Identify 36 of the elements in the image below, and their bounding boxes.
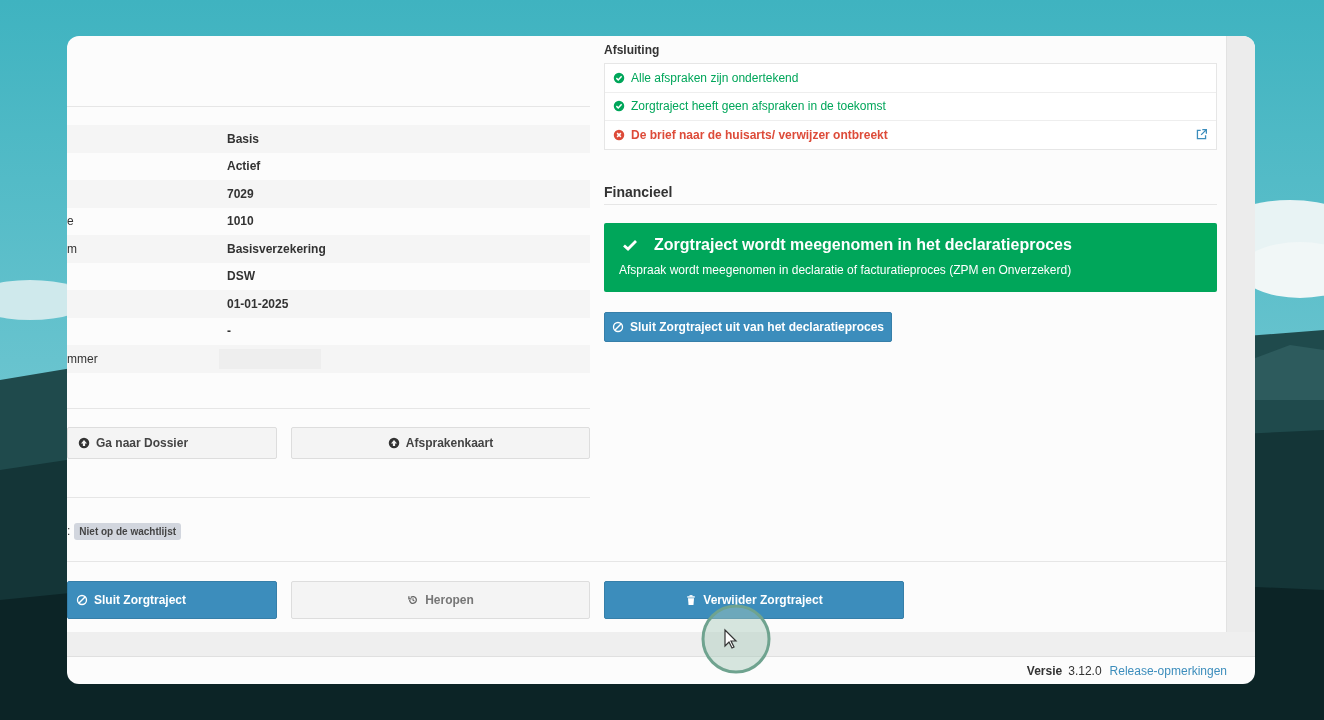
history-icon <box>407 594 420 606</box>
alert-title: Zorgtraject wordt meegenomen in het declaratieproces <box>654 235 1072 254</box>
alert-text: Afspraak wordt meegenomen in declaratie of facturatieproces (ZPM en Onverzekerd) <box>619 262 1073 277</box>
ban-icon <box>611 320 624 333</box>
action-button[interactable]: Sluit Zorgtraject <box>67 581 277 619</box>
field-value: Actief <box>227 159 261 174</box>
field-value: DSW <box>227 269 255 284</box>
version-label: Versie <box>1026 663 1063 678</box>
link-button[interactable]: Afsprakenkaart <box>291 426 590 459</box>
exclude-button[interactable]: Sluit Zorgtraject uit van het declaratieproces <box>604 311 892 342</box>
scrollbar[interactable] <box>1226 36 1255 632</box>
field-value: 7029 <box>227 186 254 201</box>
field-value: Basisverzekering <box>227 241 326 256</box>
field-value: Basis <box>227 131 260 146</box>
field-value: - <box>227 324 231 339</box>
field-value: 01-01-2025 <box>227 296 289 311</box>
status-badge: Niet op de wachtlijst <box>74 522 182 540</box>
arrow-up-circle-icon <box>387 436 400 449</box>
field-label: mmer <box>67 351 98 366</box>
checklist-item: Alle afspraken zijn ondertekend <box>631 70 800 85</box>
link-button[interactable]: Ga naar Dossier <box>67 426 277 459</box>
checklist-item: Zorgtraject heeft geen afspraken in de toekomst <box>631 99 887 114</box>
section-title: Afsluiting <box>604 42 661 59</box>
trash-icon <box>685 594 698 606</box>
action-button[interactable]: Verwijder Zorgtraject <box>604 581 904 619</box>
field-value: 1010 <box>227 214 254 229</box>
checklist-item: De brief naar de huisarts/ verwijzer ontbreekt <box>631 127 889 142</box>
waitlist-label: : <box>67 524 71 538</box>
arrow-up-circle-icon <box>78 436 90 449</box>
field-label: m <box>67 241 77 256</box>
field-label: e <box>67 214 74 229</box>
ban-icon <box>76 594 88 606</box>
section-title: Financieel <box>604 183 1217 205</box>
external-link-icon[interactable] <box>1195 128 1208 142</box>
version-number: 3.12.0 <box>1068 663 1102 678</box>
release-notes-link[interactable]: Release-opmerkingen <box>1109 663 1227 678</box>
